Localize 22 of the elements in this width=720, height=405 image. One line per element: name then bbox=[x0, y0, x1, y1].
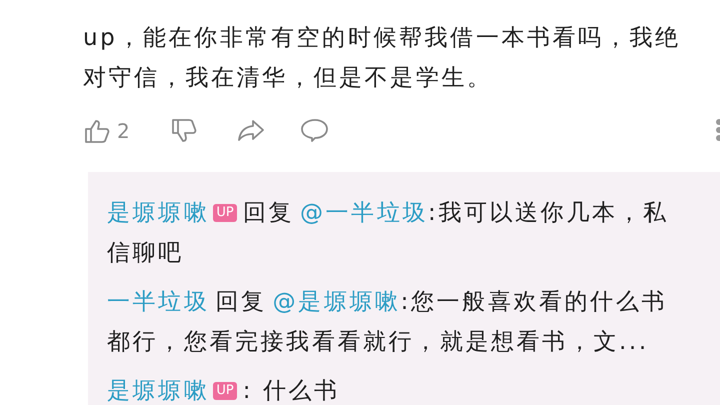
thumbs-down-icon bbox=[170, 117, 198, 145]
speech-bubble-icon bbox=[300, 117, 330, 145]
mention-link[interactable]: @是塬塬嗽 bbox=[272, 282, 401, 322]
like-button[interactable]: 2 bbox=[83, 117, 130, 145]
mention-link[interactable]: @一半垃圾 bbox=[300, 193, 428, 233]
comment-text: 对守信，我在清华，但是不是学生。 bbox=[83, 64, 493, 93]
reply-text: 信聊吧 bbox=[107, 239, 184, 268]
up-badge: UP bbox=[213, 204, 237, 222]
dislike-button[interactable] bbox=[170, 117, 198, 145]
reply-author[interactable]: 一半垃圾 bbox=[107, 282, 210, 322]
reply-text: 都行，您看完接我看看就行，就是想看书，文... bbox=[107, 328, 649, 357]
reply-text: :您一般喜欢看的什么书 bbox=[400, 288, 667, 317]
reply-author[interactable]: 是塬塬嗽 bbox=[107, 371, 210, 405]
comment-text: up，能在你非常有空的时候帮我借一本书看吗，我绝 bbox=[83, 24, 681, 53]
reply-author[interactable]: 是塬塬嗽 bbox=[107, 193, 210, 233]
thumbs-up-icon bbox=[83, 117, 111, 145]
reply-verb: 回复 bbox=[242, 199, 294, 228]
reply-text: : 什么书 bbox=[242, 377, 340, 405]
reply-button[interactable] bbox=[300, 117, 330, 145]
reply-verb: 回复 bbox=[215, 288, 267, 317]
reply-text: :我可以送你几本，私 bbox=[428, 199, 669, 228]
up-badge: UP bbox=[213, 382, 237, 400]
